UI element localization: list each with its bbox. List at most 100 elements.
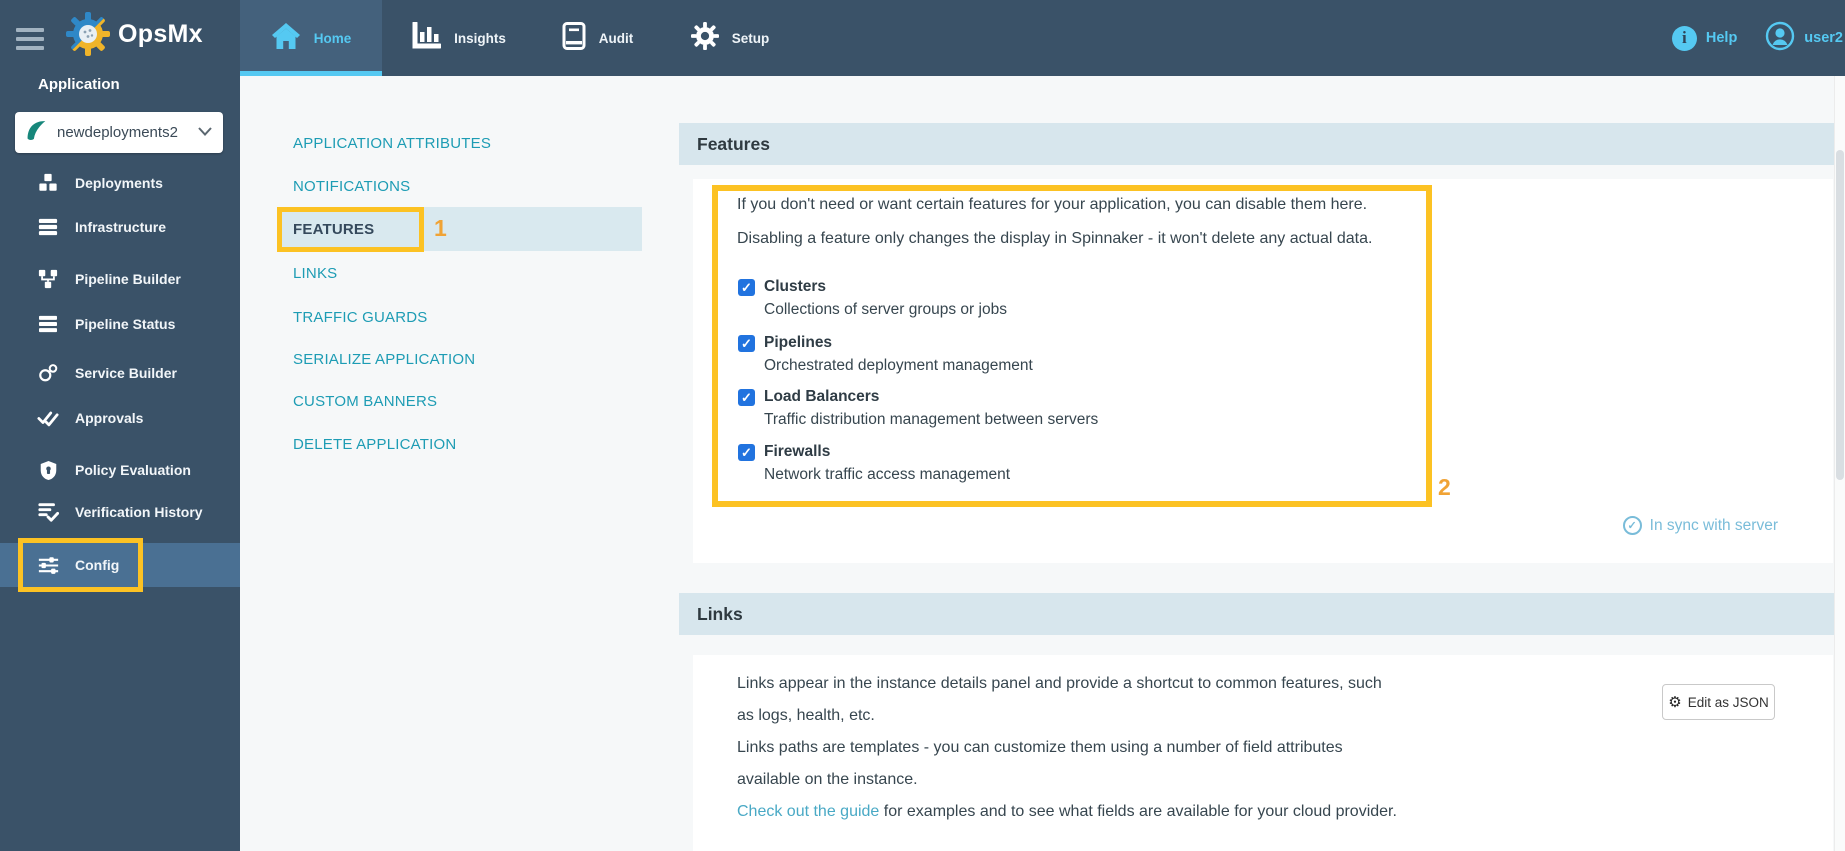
sidebar-item-label: Verification History: [75, 504, 203, 520]
feature-description: Network traffic access management: [764, 465, 1011, 483]
tab-audit-label: Audit: [598, 30, 634, 46]
config-nav-links[interactable]: LINKS: [277, 251, 642, 295]
feature-name: Firewalls: [764, 443, 831, 460]
help-button[interactable]: i Help: [1671, 25, 1738, 51]
config-nav-label: NOTIFICATIONS: [293, 177, 411, 195]
sidebar-item-pipeline-builder[interactable]: Pipeline Builder: [0, 257, 240, 301]
sidebar-item-label: Policy Evaluation: [75, 462, 191, 478]
tab-setup[interactable]: Setup: [660, 0, 800, 76]
firewalls-checkbox[interactable]: ✓: [738, 443, 755, 461]
edit-as-json-button[interactable]: ⚙ Edit as JSON: [1662, 684, 1775, 720]
brand-name: OpsMx: [118, 19, 203, 48]
sidebar-item-service-builder[interactable]: Service Builder: [0, 351, 240, 395]
feature-row-clusters: ✓ Clusters Collections of server groups …: [738, 276, 1007, 321]
application-selector-dropdown[interactable]: newdeployments2: [15, 112, 223, 153]
sidebar-item-deployments[interactable]: Deployments: [0, 161, 240, 205]
hamburger-menu-icon[interactable]: [16, 28, 44, 55]
sidebar-item-verification-history[interactable]: Verification History: [0, 490, 240, 534]
edit-as-json-label: Edit as JSON: [1687, 694, 1769, 710]
config-nav-label: LINKS: [293, 264, 338, 282]
opsmx-logo: OpsMx: [66, 12, 203, 56]
features-section-header: Features: [679, 123, 1845, 165]
links-paragraph-1: Links appear in the instance details pan…: [737, 675, 1382, 724]
clusters-checkbox[interactable]: ✓: [738, 278, 755, 296]
config-nav-application-attributes[interactable]: APPLICATION ATTRIBUTES: [277, 121, 642, 165]
pipelines-checkbox[interactable]: ✓: [738, 334, 755, 352]
sidebar-item-approvals[interactable]: Approvals: [0, 396, 240, 440]
config-nav-label: TRAFFIC GUARDS: [293, 308, 428, 326]
config-nav-traffic-guards[interactable]: TRAFFIC GUARDS: [277, 295, 642, 339]
info-icon: i: [1671, 25, 1697, 51]
sidebar-item-pipeline-status[interactable]: Pipeline Status: [0, 302, 240, 346]
scrollbar: [1834, 76, 1845, 851]
config-nav-label: FEATURES: [293, 220, 375, 238]
sidebar-item-label: Infrastructure: [75, 219, 167, 235]
feature-name: Clusters: [764, 278, 827, 295]
sliders-icon: [36, 556, 60, 575]
status-bars-icon: [36, 315, 60, 333]
opsmx-app-window: Home Insights Audit Setup i Help user2 O…: [0, 0, 1845, 851]
application-section-label: Application: [38, 76, 120, 93]
application-sidebar: Application newdeployments2 Deployments: [0, 76, 240, 851]
features-panel: If you don't need or want certain featur…: [693, 179, 1833, 563]
sidebar-item-label: Deployments: [75, 175, 163, 191]
application-selector-value: newdeployments2: [57, 124, 178, 141]
config-nav-notifications[interactable]: NOTIFICATIONS: [277, 164, 642, 208]
topbar-right-group: i Help user2: [1671, 0, 1845, 76]
feature-row-firewalls: ✓ Firewalls Network traffic access manag…: [738, 441, 1010, 486]
user-menu[interactable]: user2: [1765, 21, 1843, 55]
config-nav-serialize-application[interactable]: SERIALIZE APPLICATION: [277, 337, 642, 381]
links-panel: Links appear in the instance details pan…: [693, 655, 1833, 851]
features-intro-2: Disabling a feature only changes the dis…: [737, 230, 1373, 247]
sync-status-label: In sync with server: [1649, 516, 1778, 534]
sidebar-top: OpsMx: [0, 0, 240, 76]
list-check-icon: [36, 502, 60, 522]
links-section-header: Links: [679, 593, 1845, 635]
server-stack-icon: [36, 217, 60, 237]
sidebar-item-config[interactable]: Config: [0, 543, 240, 587]
features-intro-1: If you don't need or want certain featur…: [737, 196, 1368, 213]
links-paragraph-3: Check out the guide for examples and to …: [737, 796, 1397, 828]
double-check-icon: [36, 408, 60, 428]
config-nav-delete-application[interactable]: DELETE APPLICATION: [277, 422, 642, 466]
shield-lock-icon: [36, 460, 60, 481]
feature-description: Collections of server groups or jobs: [764, 300, 1007, 318]
load-balancers-checkbox[interactable]: ✓: [738, 388, 755, 406]
check-out-the-guide-link[interactable]: Check out the guide: [737, 803, 879, 820]
config-nav-label: DELETE APPLICATION: [293, 435, 457, 453]
sidebar-item-label: Config: [75, 557, 120, 573]
tab-home[interactable]: Home: [240, 0, 382, 76]
sidebar-item-policy-evaluation[interactable]: Policy Evaluation: [0, 448, 240, 492]
sidebar-item-infrastructure[interactable]: Infrastructure: [0, 205, 240, 249]
tab-setup-label: Setup: [731, 30, 770, 46]
config-nav-label: APPLICATION ATTRIBUTES: [293, 134, 492, 152]
feature-description: Traffic distribution management between …: [764, 410, 1099, 428]
config-nav-label: SERIALIZE APPLICATION: [293, 350, 476, 368]
audit-book-icon: [562, 21, 586, 55]
config-nav-custom-banners[interactable]: CUSTOM BANNERS: [277, 379, 642, 423]
gear-icon: [690, 21, 719, 55]
home-icon: [271, 22, 301, 55]
tab-insights[interactable]: Insights: [382, 0, 535, 76]
config-nav-features[interactable]: FEATURES: [277, 207, 642, 251]
feature-row-pipelines: ✓ Pipelines Orchestrated deployment mana…: [738, 332, 1033, 377]
user-avatar-icon: [1765, 21, 1795, 55]
top-navigation-bar: Home Insights Audit Setup i Help user2: [0, 0, 1845, 76]
sidebar-item-label: Approvals: [75, 410, 144, 426]
gear-icon: ⚙: [1668, 694, 1682, 711]
features-title: Features: [697, 133, 770, 154]
sidebar-item-label: Pipeline Builder: [75, 271, 181, 287]
chevron-down-icon: [197, 124, 213, 142]
user-label: user2: [1804, 30, 1843, 46]
help-label: Help: [1705, 30, 1738, 46]
links-paragraph-3-rest: for examples and to see what fields are …: [879, 803, 1397, 820]
config-nav-label: CUSTOM BANNERS: [293, 392, 438, 410]
feature-name: Load Balancers: [764, 388, 880, 405]
tab-audit[interactable]: Audit: [535, 0, 660, 76]
scrollbar-thumb[interactable]: [1836, 150, 1844, 480]
spinnaker-sail-icon: [25, 118, 47, 147]
opsmx-gear-logo-icon: [66, 12, 110, 56]
tab-home-label: Home: [313, 30, 352, 46]
feature-description: Orchestrated deployment management: [764, 356, 1033, 374]
tab-insights-label: Insights: [454, 30, 506, 46]
